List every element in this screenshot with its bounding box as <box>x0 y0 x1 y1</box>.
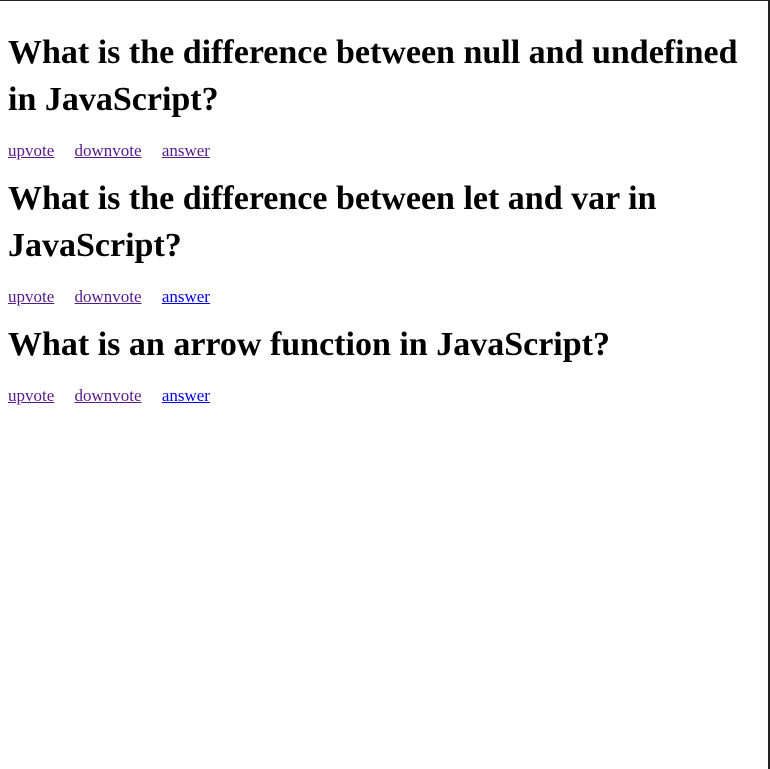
page-frame: What is the difference between null and … <box>0 0 770 769</box>
upvote-link[interactable]: upvote <box>8 287 54 306</box>
downvote-link[interactable]: downvote <box>75 386 142 405</box>
question-item: What is the difference between let and v… <box>8 175 760 307</box>
answer-link[interactable]: answer <box>162 141 210 160</box>
upvote-link[interactable]: upvote <box>8 141 54 160</box>
answer-link[interactable]: answer <box>162 386 210 405</box>
question-actions: upvote downvote answer <box>8 141 760 161</box>
question-title: What is the difference between null and … <box>8 34 738 118</box>
question-item: What is the difference between null and … <box>8 29 760 161</box>
question-actions: upvote downvote answer <box>8 287 760 307</box>
upvote-link[interactable]: upvote <box>8 386 54 405</box>
answer-link[interactable]: answer <box>162 287 210 306</box>
question-item: What is an arrow function in JavaScript?… <box>8 321 760 406</box>
question-title: What is the difference between let and v… <box>8 180 657 264</box>
question-actions: upvote downvote answer <box>8 386 760 406</box>
downvote-link[interactable]: downvote <box>75 141 142 160</box>
question-list: What is the difference between null and … <box>0 1 768 406</box>
question-title: What is an arrow function in JavaScript? <box>8 326 610 363</box>
downvote-link[interactable]: downvote <box>75 287 142 306</box>
